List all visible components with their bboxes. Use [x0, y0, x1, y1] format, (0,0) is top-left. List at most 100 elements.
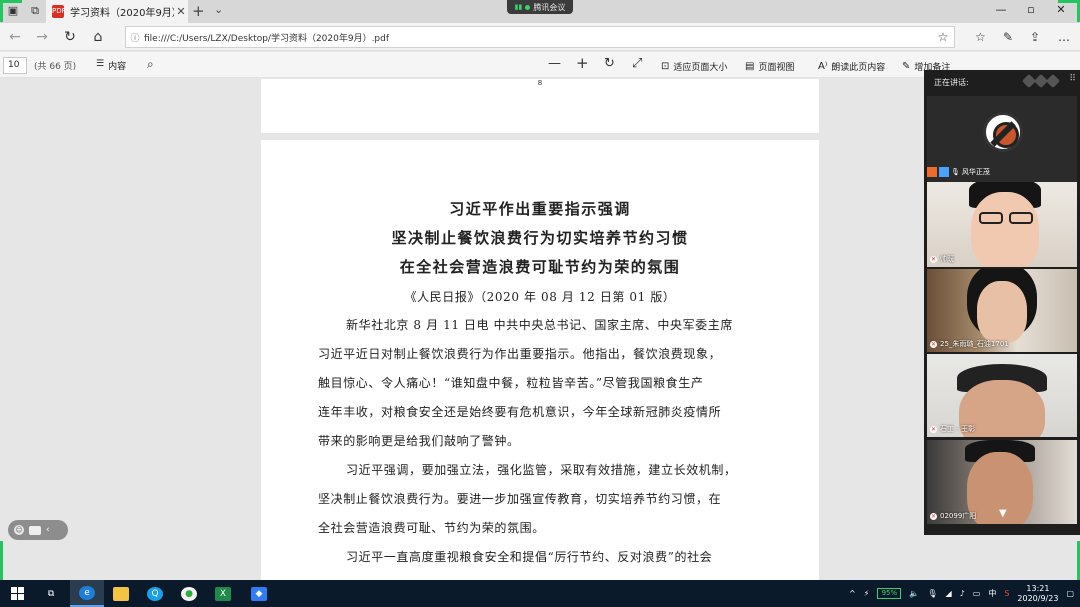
- video-tile[interactable]: ✕ 石工 - 王彰: [927, 354, 1077, 437]
- participant-label: ✕ 石工 - 王彰: [930, 424, 975, 434]
- video-tile[interactable]: ▼ ✕ 02099广阳: [927, 440, 1077, 524]
- task-view-button[interactable]: ⧉: [34, 580, 68, 607]
- meeting-status-pill[interactable]: ▮▮ 腾讯会议: [507, 0, 573, 14]
- body-line: 连年丰收，对粮食安全还是始终要有危机意识，今年全球新冠肺炎疫情所: [318, 405, 722, 419]
- folder-icon: [113, 586, 129, 601]
- keyboard-icon: [29, 525, 41, 535]
- zoom-out-icon[interactable]: —: [548, 56, 561, 71]
- taskbar-excel[interactable]: X: [206, 580, 240, 607]
- sogou-icon[interactable]: S: [1004, 589, 1009, 598]
- toc-button[interactable]: ☰ 内容: [96, 59, 126, 72]
- fit-page-label: 适应页面大小: [673, 63, 728, 73]
- favorite-star-icon[interactable]: ☆: [932, 30, 954, 44]
- minimize-icon[interactable]: —: [992, 3, 1010, 16]
- network-icon[interactable]: ◢: [946, 589, 952, 598]
- floating-control[interactable]: ☺ ‹: [8, 520, 68, 540]
- tab-active[interactable]: PDF 学习资料（2020年9月） ✕: [46, 0, 188, 23]
- windows-logo-icon: [10, 587, 24, 600]
- mic-icon[interactable]: 🎙: [927, 589, 937, 598]
- pdf-viewer[interactable]: 8 习近平作出重要指示强调 坚决制止餐饮浪费行为切实培养节约习惯 在全社会营造浪…: [0, 79, 1080, 580]
- page-number-input[interactable]: 10: [3, 57, 27, 74]
- speaker-icon[interactable]: ♪: [960, 589, 965, 598]
- ime-indicator[interactable]: 中: [988, 588, 996, 599]
- browser-tab-bar: ▣ ⧉ PDF 学习资料（2020年9月） ✕ + ⌄ ▮▮ 腾讯会议 — ▫ …: [0, 0, 1080, 23]
- pdf-toolbar: 10 (共 66 页) ☰ 内容 ⌕ — + ↻ ⤢ ⊡ 适应页面大小 ▤ 页面…: [0, 52, 1080, 78]
- fullscreen-icon[interactable]: ⤢: [632, 56, 642, 71]
- panel-handle-icon[interactable]: ⠿: [1069, 74, 1076, 84]
- tab-title: 学习资料（2020年9月）: [70, 8, 174, 19]
- host-badge-icon: [927, 167, 937, 177]
- start-button[interactable]: [0, 580, 34, 607]
- taskbar-tencent-meeting[interactable]: ◆: [242, 580, 276, 607]
- clock[interactable]: 13:21 2020/9/23: [1017, 584, 1058, 604]
- forward-icon[interactable]: →: [33, 28, 51, 46]
- page-view-button[interactable]: ▤ 页面视图: [745, 60, 794, 73]
- volume-icon[interactable]: 🔈: [909, 589, 919, 598]
- screen-icon[interactable]: ▭: [973, 589, 981, 598]
- taskbar-qq-browser[interactable]: Q: [138, 580, 172, 607]
- page-view-label: 页面视图: [758, 63, 795, 73]
- url-text: file:///C:/Users/LZX/Desktop/学习资料（2020年9…: [144, 33, 390, 44]
- new-tab-icon[interactable]: +: [192, 2, 205, 20]
- fit-page-button[interactable]: ⊡ 适应页面大小: [661, 60, 727, 73]
- system-tray: ^ ⚡ 95% 🔈 🎙 ◢ ♪ ▭ 中 S 13:21 2020/9/23 ▢: [849, 580, 1080, 607]
- taskbar-edge[interactable]: e: [70, 580, 104, 607]
- url-input[interactable]: ⓘ file:///C:/Users/LZX/Desktop/学习资料（2020…: [125, 26, 955, 48]
- share-icon[interactable]: ⇪: [1030, 30, 1040, 44]
- favorites-list-icon[interactable]: ☆: [975, 30, 986, 44]
- excel-icon: X: [215, 586, 231, 601]
- fit-page-icon: ⊡: [661, 61, 670, 72]
- zoom-in-icon[interactable]: +: [576, 54, 589, 72]
- mic-muted-icon: ✕: [930, 512, 937, 520]
- taskbar-wechat[interactable]: ●: [172, 580, 206, 607]
- participant-name: 石工 - 王彰: [940, 425, 975, 433]
- show-hidden-icon[interactable]: ^: [849, 589, 856, 598]
- power-plug-icon: ⚡: [863, 589, 870, 598]
- body-line: 习近平强调，要加强立法，强化监管，采取有效措施，建立长效机制，: [346, 463, 737, 477]
- set-aside-tabs-icon[interactable]: ⧉: [28, 4, 42, 18]
- list-icon: ☰: [96, 59, 105, 69]
- video-tile[interactable]: ✕ 25_朱雨璐_石油1701: [927, 269, 1077, 352]
- read-aloud-button[interactable]: A⁾ 朗读此页内容: [818, 60, 885, 73]
- meeting-app-label: 腾讯会议: [533, 2, 566, 12]
- pen-icon[interactable]: ✎: [1003, 30, 1013, 44]
- avatar: [983, 112, 1023, 152]
- collapse-icon[interactable]: ‹: [46, 525, 50, 535]
- body-line: 坚决制止餐饮浪费行为。要进一步加强宣传教育，切实培养节约习惯，在: [318, 492, 722, 506]
- notification-icon[interactable]: ▢: [1066, 589, 1074, 598]
- expand-down-icon[interactable]: ▼: [999, 508, 1007, 519]
- home-icon[interactable]: ⌂: [89, 28, 107, 46]
- clock-time: 13:21: [1026, 583, 1050, 593]
- tab-actions-icon[interactable]: ▣: [6, 4, 20, 18]
- refresh-icon[interactable]: ↻: [61, 28, 79, 46]
- read-aloud-icon: A⁾: [818, 61, 828, 72]
- tab-close-icon[interactable]: ✕: [174, 5, 188, 18]
- taskbar-explorer[interactable]: [104, 580, 138, 607]
- battery-indicator[interactable]: 95%: [877, 588, 902, 599]
- pdf-page-previous: 8: [261, 79, 819, 133]
- more-icon[interactable]: …: [1058, 30, 1070, 44]
- close-window-icon[interactable]: ✕: [1052, 3, 1070, 16]
- browser-icon: Q: [147, 586, 163, 601]
- chevron-down-icon[interactable]: ⌄: [214, 3, 223, 16]
- body-line: 新华社北京 8 月 11 日电 中共中央总书记、国家主席、中央军委主席: [346, 318, 733, 332]
- maximize-icon[interactable]: ▫: [1022, 3, 1040, 16]
- video-tile[interactable]: ✕ 帅既: [927, 182, 1077, 267]
- recording-dot-icon: [525, 4, 531, 10]
- body-line: 全社会营造浪费可耻、节约为荣的氛围。: [318, 521, 545, 535]
- meeting-icon: ◆: [251, 586, 267, 601]
- headline-3: 在全社会营造浪费可耻节约为荣的氛围: [399, 258, 681, 276]
- task-view-icon: ⧉: [47, 588, 55, 599]
- mic-icon: 🎙: [951, 168, 960, 176]
- search-icon[interactable]: ⌕: [147, 57, 154, 72]
- notes-pen-icon: ✎: [902, 61, 911, 72]
- body-line: 带来的影响更是给我们敲响了警钟。: [318, 434, 520, 448]
- rotate-icon[interactable]: ↻: [604, 56, 615, 71]
- info-icon: ⓘ: [130, 33, 140, 44]
- headline-2: 坚决制止餐饮浪费行为切实培养节约习惯: [391, 229, 689, 247]
- back-icon[interactable]: ←: [6, 28, 24, 46]
- share-border-corner: [0, 0, 3, 22]
- page-number: 8: [537, 79, 543, 87]
- signal-icon: ▮▮: [514, 3, 523, 11]
- body-line: 习近平一直高度重视粮食安全和提倡“厉行节约、反对浪费”的社会: [346, 550, 713, 564]
